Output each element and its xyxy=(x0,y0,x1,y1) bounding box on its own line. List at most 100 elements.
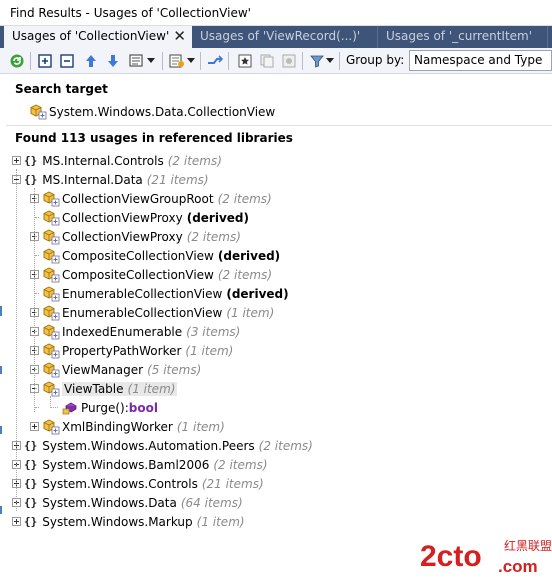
usage-count: (2 items) xyxy=(186,229,241,244)
tree-class-row[interactable]: EnumerableCollectionView (derived) xyxy=(30,284,289,303)
copy-icon[interactable] xyxy=(258,52,276,70)
tree-guide-line xyxy=(35,198,39,199)
class-icon xyxy=(43,380,60,397)
tree-namespace-row[interactable]: {} System.Windows.Baml2006 (2 items) xyxy=(12,455,268,474)
usage-count: (2 items) xyxy=(167,153,222,168)
toolbar-separator xyxy=(302,52,303,70)
tree-namespace-row[interactable]: {} MS.Internal.Data (21 items) xyxy=(12,170,209,189)
namespace-name: MS.Internal.Data xyxy=(42,172,143,187)
tree-namespace-row[interactable]: {} System.Windows.Data (64 items) xyxy=(12,493,243,512)
tree-class-row[interactable]: CollectionViewProxy (derived) xyxy=(30,208,249,227)
namespace-name: System.Windows.Automation.Peers xyxy=(42,438,255,453)
tree-class-row[interactable]: CollectionViewProxy (2 items) xyxy=(30,227,241,246)
namespace-name: System.Windows.Data xyxy=(42,495,177,510)
class-icon xyxy=(43,361,60,378)
tree-guide-line xyxy=(34,188,35,412)
tree-class-row[interactable]: EnumerableCollectionView (1 item) xyxy=(30,303,274,322)
class-name: CollectionViewProxy xyxy=(62,210,183,225)
toolbar: Group by: Namespace and Type xyxy=(0,48,552,74)
watermark-logo: 2cto 红黑联盟 .com xyxy=(420,538,552,576)
class-icon xyxy=(43,190,60,207)
namespace-icon: {} xyxy=(24,477,38,490)
close-tab-icon[interactable]: ✕ xyxy=(173,27,186,45)
class-name: CompositeCollectionView xyxy=(62,267,214,282)
class-name: ViewTable xyxy=(64,381,124,396)
class-name: IndexedEnumerable xyxy=(62,324,183,339)
tree-namespace-row[interactable]: {} System.Windows.Automation.Peers (2 item… xyxy=(12,436,313,455)
class-icon xyxy=(43,228,60,245)
tree-guide-line xyxy=(50,396,51,406)
toolbar-separator xyxy=(200,52,201,70)
usage-count: (1 item) xyxy=(176,419,225,434)
previous-occurrence-icon[interactable] xyxy=(82,52,100,70)
namespace-icon: {} xyxy=(24,458,38,471)
pin-icon[interactable] xyxy=(280,52,298,70)
namespace-name: System.Windows.Markup xyxy=(42,514,193,529)
namespace-icon: {} xyxy=(24,439,38,452)
search-target-text: System.Windows.Data.CollectionView xyxy=(49,105,276,119)
tree-class-row[interactable]: IndexedEnumerable (3 items) xyxy=(30,322,240,341)
expand-all-icon[interactable] xyxy=(36,52,54,70)
namespace-icon: {} xyxy=(24,515,38,528)
watermark-brand: 2cto xyxy=(420,540,482,573)
class-icon xyxy=(43,209,60,226)
expand-toggle-icon[interactable] xyxy=(12,517,21,526)
tree-method-row[interactable]: Purge(): bool xyxy=(58,398,158,417)
section-divider xyxy=(6,125,552,126)
namespace-name: System.Windows.Baml2006 xyxy=(42,457,210,472)
class-label: ViewManager (5 items) xyxy=(62,363,201,377)
show-preview-icon[interactable] xyxy=(236,52,254,70)
class-label: CompositeCollectionView (2 items) xyxy=(62,268,272,282)
search-target-item[interactable]: System.Windows.Data.CollectionView xyxy=(26,104,275,120)
method-name: Purge(): xyxy=(81,400,129,415)
tree-guide-line xyxy=(35,350,39,351)
tree-guide-line xyxy=(35,293,39,294)
tree-guide-line xyxy=(35,312,39,313)
expand-toggle-icon[interactable] xyxy=(30,422,39,431)
tree-guide-line xyxy=(35,274,39,275)
expand-toggle-icon[interactable] xyxy=(12,156,21,165)
toolbar-separator xyxy=(339,52,340,70)
tab-usages-collectionview[interactable]: Usages of 'CollectionView' ✕ xyxy=(4,26,192,48)
class-label: CollectionViewProxy (derived) xyxy=(62,211,249,225)
usage-count: (1 item) xyxy=(185,343,234,358)
merge-occurrences-icon[interactable] xyxy=(206,52,224,70)
collapse-all-icon[interactable] xyxy=(58,52,76,70)
export-icon[interactable] xyxy=(128,52,146,70)
class-icon xyxy=(43,304,60,321)
found-heading: Found 113 usages in referenced libraries xyxy=(15,131,293,145)
filter-dropdown-icon[interactable] xyxy=(325,52,335,70)
next-occurrence-icon[interactable] xyxy=(104,52,122,70)
class-icon xyxy=(43,418,60,435)
tree-namespace-row[interactable]: {} System.Windows.Controls (21 items) xyxy=(12,474,264,493)
tree-class-row[interactable]: CompositeCollectionView (2 items) xyxy=(30,265,272,284)
filter-settings-icon[interactable] xyxy=(168,52,186,70)
class-label: CollectionViewGroupRoot (2 items) xyxy=(62,192,272,206)
tree-class-row[interactable]: ViewManager (5 items) xyxy=(30,360,201,379)
tab-usages-viewrecord[interactable]: Usages of 'ViewRecord(...)' xyxy=(192,26,378,48)
class-name: PropertyPathWorker xyxy=(62,343,182,358)
filter-icon[interactable] xyxy=(308,52,326,70)
toolbar-separator xyxy=(162,52,163,70)
tree-namespace-row[interactable]: {} MS.Internal.Controls (2 items) xyxy=(12,151,222,170)
tree-class-row[interactable]: CompositeCollectionView (derived) xyxy=(30,246,280,265)
tree-class-row[interactable]: ViewTable (1 item) xyxy=(30,379,178,398)
toolbar-separator xyxy=(228,52,229,70)
usage-count: (64 items) xyxy=(180,495,243,510)
tree-class-row[interactable]: XmlBindingWorker (1 item) xyxy=(30,417,225,436)
tree-class-row[interactable]: PropertyPathWorker (1 item) xyxy=(30,341,233,360)
export-dropdown-icon[interactable] xyxy=(146,52,156,70)
tab-usages-currentitem[interactable]: Usages of '_currentItem' xyxy=(378,26,548,48)
tree-class-row[interactable]: CollectionViewGroupRoot (2 items) xyxy=(30,189,272,208)
class-name: EnumerableCollectionView xyxy=(62,286,223,301)
groupby-label: Group by: xyxy=(346,53,405,67)
watermark-cn: 红黑联盟 xyxy=(504,538,552,553)
class-label: CompositeCollectionView (derived) xyxy=(62,249,280,263)
watermark-suffix: .com xyxy=(498,557,538,576)
settings-dropdown-icon[interactable] xyxy=(186,52,196,70)
tab-label: Usages of '_currentItem' xyxy=(386,29,533,43)
tree-guide-line xyxy=(16,169,17,511)
groupby-select[interactable]: Namespace and Type xyxy=(409,50,552,71)
refresh-icon[interactable] xyxy=(8,52,26,70)
tree-namespace-row[interactable]: {} System.Windows.Markup (1 item) xyxy=(12,512,245,531)
